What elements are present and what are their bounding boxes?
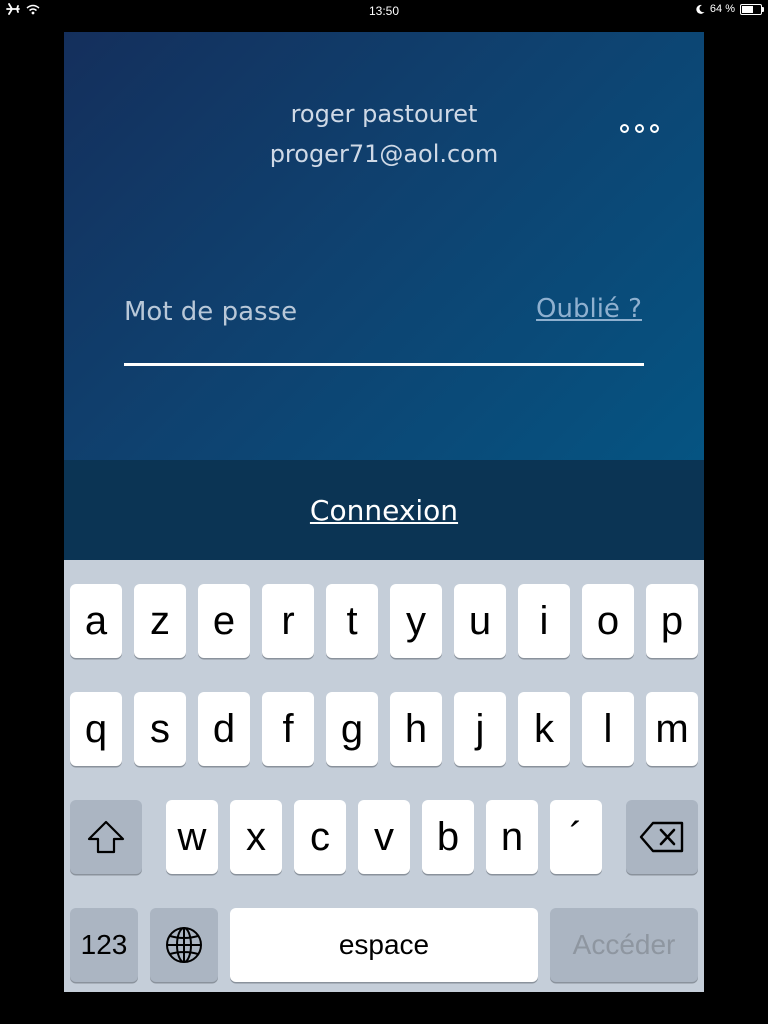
dot xyxy=(620,124,629,133)
status-right: 64 % xyxy=(696,3,764,15)
key-row3-0[interactable]: w xyxy=(166,800,218,874)
forgot-password-link[interactable]: Oublié ? xyxy=(536,294,642,324)
status-time: 13:50 xyxy=(368,4,400,18)
shift-key[interactable] xyxy=(70,800,142,874)
key-row3-5[interactable]: n xyxy=(486,800,538,874)
key-row3-6[interactable]: ´ xyxy=(550,800,602,874)
key-row3-1[interactable]: x xyxy=(230,800,282,874)
globe-icon xyxy=(165,926,203,964)
key-row1-3[interactable]: r xyxy=(262,584,314,658)
key-row2-6[interactable]: j xyxy=(454,692,506,766)
key-row1-4[interactable]: t xyxy=(326,584,378,658)
key-row1-6[interactable]: u xyxy=(454,584,506,658)
moon-icon xyxy=(696,4,705,14)
key-row2-0[interactable]: q xyxy=(70,692,122,766)
key-row2-4[interactable]: g xyxy=(326,692,378,766)
key-row1-0[interactable]: a xyxy=(70,584,122,658)
key-row1-2[interactable]: e xyxy=(198,584,250,658)
key-row1-1[interactable]: z xyxy=(134,584,186,658)
numbers-key[interactable]: 123 xyxy=(70,908,138,982)
login-panel: roger pastouret proger71@aol.com Oublié … xyxy=(64,32,704,992)
key-row1-9[interactable]: p xyxy=(646,584,698,658)
key-row2-3[interactable]: f xyxy=(262,692,314,766)
key-row3-2[interactable]: c xyxy=(294,800,346,874)
backspace-key[interactable] xyxy=(626,800,698,874)
key-row1-7[interactable]: i xyxy=(518,584,570,658)
backspace-icon xyxy=(639,821,685,853)
keyboard: azertyuiop qsdfghjklm w x c v b n ´ 123 espace… xyxy=(64,560,704,992)
dot xyxy=(635,124,644,133)
space-key[interactable]: espace xyxy=(230,908,538,982)
more-options-icon[interactable] xyxy=(620,124,659,133)
battery-level xyxy=(742,5,753,13)
key-row2-9[interactable]: m xyxy=(646,692,698,766)
key-row2-8[interactable]: l xyxy=(582,692,634,766)
user-name: roger pastouret xyxy=(290,100,478,128)
key-row2-7[interactable]: k xyxy=(518,692,570,766)
globe-key[interactable] xyxy=(150,908,218,982)
key-row1-8[interactable]: o xyxy=(582,584,634,658)
connect-bar[interactable]: Connexion xyxy=(64,460,704,560)
password-input[interactable] xyxy=(124,290,524,334)
key-row3-3[interactable]: v xyxy=(358,800,410,874)
user-email: proger71@aol.com xyxy=(269,140,499,168)
go-key[interactable]: Accéder xyxy=(550,908,698,982)
key-row2-1[interactable]: s xyxy=(134,692,186,766)
account-header: roger pastouret proger71@aol.com Oublié … xyxy=(64,32,704,460)
key-row2-2[interactable]: d xyxy=(198,692,250,766)
battery-icon xyxy=(740,3,764,15)
shift-icon xyxy=(86,819,126,855)
key-row2-5[interactable]: h xyxy=(390,692,442,766)
dot xyxy=(650,124,659,133)
connect-button[interactable]: Connexion xyxy=(64,494,704,527)
key-row3-4[interactable]: b xyxy=(422,800,474,874)
status-bar: 13:50 64 % xyxy=(0,0,768,22)
password-underline xyxy=(124,363,644,366)
battery-percent: 64 % xyxy=(709,3,735,15)
key-row1-5[interactable]: y xyxy=(390,584,442,658)
